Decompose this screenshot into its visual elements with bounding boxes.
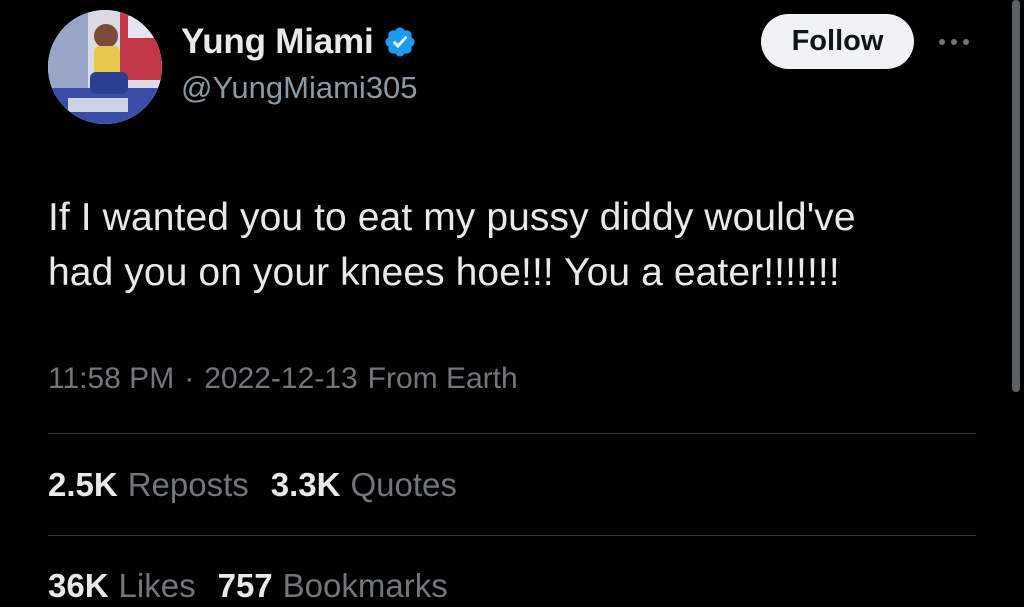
reposts-stat[interactable]: 2.5K Reposts (48, 466, 249, 504)
verified-badge-icon (385, 27, 415, 57)
quotes-label: Quotes (350, 466, 457, 503)
tweet-text-line: If I wanted you to eat my pussy diddy wo… (48, 196, 856, 239)
more-options-icon (939, 39, 969, 45)
reposts-label: Reposts (127, 466, 249, 503)
quotes-count: 3.3K (270, 466, 341, 503)
engagement-stats-row-1: 2.5K Reposts 3.3K Quotes (48, 466, 457, 504)
author-name-row: Yung Miami (181, 20, 417, 64)
likes-count: 36K (48, 567, 109, 604)
divider (48, 433, 976, 434)
more-options-button[interactable] (932, 22, 976, 62)
tweet-time[interactable]: 11:58 PM (48, 362, 174, 396)
likes-stat[interactable]: 36K Likes (48, 567, 196, 605)
likes-label: Likes (118, 567, 196, 604)
tweet-meta: 11:58 PM · 2022-12-13 From Earth (48, 362, 518, 396)
meta-separator: · (184, 362, 195, 395)
tweet-text: If I wanted you to eat my pussy diddy wo… (48, 190, 988, 300)
avatar-photo (48, 10, 162, 124)
quotes-stat[interactable]: 3.3K Quotes (271, 466, 457, 504)
bookmarks-count: 757 (217, 567, 273, 604)
follow-button[interactable]: Follow (761, 14, 914, 69)
avatar[interactable] (48, 10, 162, 124)
tweet-detail-view: Yung Miami @YungMiami305 Follow If I wan… (0, 0, 1024, 607)
bookmarks-label: Bookmarks (282, 567, 448, 604)
author-display-name[interactable]: Yung Miami (181, 22, 374, 62)
bookmarks-stat[interactable]: 757 Bookmarks (218, 567, 448, 605)
reposts-count: 2.5K (48, 466, 118, 503)
divider (48, 535, 976, 536)
scrollbar[interactable] (1012, 0, 1020, 392)
tweet-text-line: had you on your knees hoe!!! You a eater… (48, 251, 840, 294)
tweet-source: From Earth (367, 362, 518, 395)
engagement-stats-row-2: 36K Likes 757 Bookmarks (48, 567, 448, 605)
tweet-date[interactable]: 2022-12-13 (204, 362, 357, 396)
author-handle[interactable]: @YungMiami305 (181, 70, 418, 106)
